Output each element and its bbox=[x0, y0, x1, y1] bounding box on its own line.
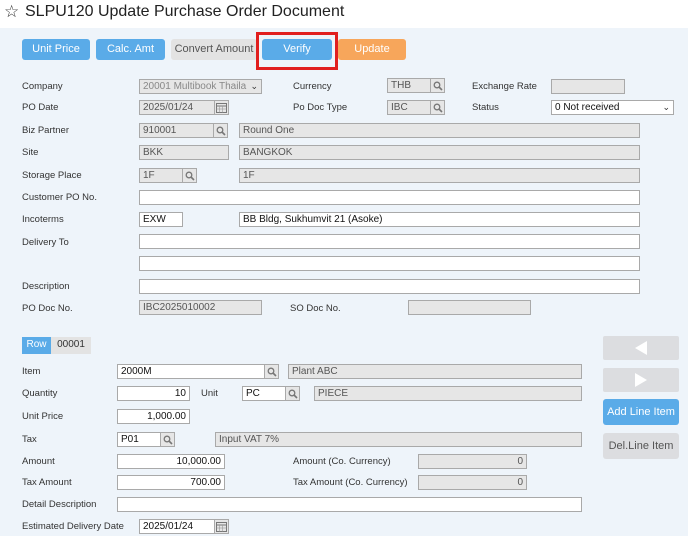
delivery-to-line1-input[interactable] bbox=[139, 234, 640, 249]
calc-amt-button[interactable]: Calc. Amt bbox=[96, 39, 165, 60]
company-value: 20001 Multibook Thaila bbox=[143, 81, 247, 92]
favorite-star-icon[interactable]: ☆ bbox=[4, 2, 20, 22]
po-date-field[interactable]: 2025/01/24 bbox=[139, 100, 215, 115]
amount-label: Amount bbox=[22, 456, 55, 467]
tax-amount-label: Tax Amount bbox=[22, 477, 72, 488]
unit-code-input[interactable]: PC bbox=[242, 386, 286, 401]
item-label: Item bbox=[22, 366, 41, 377]
detail-description-input[interactable] bbox=[117, 497, 582, 512]
incoterms-code-input[interactable]: EXW bbox=[139, 212, 183, 227]
chevron-down-icon: ⌄ bbox=[250, 82, 258, 92]
row-tab[interactable]: Row bbox=[22, 337, 51, 354]
verify-highlight-box bbox=[256, 32, 338, 70]
convert-amount-button[interactable]: Convert Amount bbox=[171, 39, 257, 60]
so-doc-no-field bbox=[408, 300, 531, 315]
next-row-button[interactable] bbox=[603, 368, 679, 392]
detail-description-label: Detail Description bbox=[22, 499, 97, 510]
biz-partner-label: Biz Partner bbox=[22, 125, 69, 136]
tax-lookup-icon[interactable] bbox=[160, 432, 175, 447]
unit-price-input[interactable]: 1,000.00 bbox=[117, 409, 190, 424]
est-delivery-calendar-icon[interactable] bbox=[214, 519, 229, 534]
exchange-rate-field[interactable] bbox=[551, 79, 625, 94]
status-label: Status bbox=[472, 102, 499, 113]
triangle-left-icon bbox=[635, 341, 647, 355]
unit-price-label: Unit Price bbox=[22, 411, 64, 422]
triangle-right-icon bbox=[635, 373, 647, 387]
biz-partner-name-field: Round One bbox=[239, 123, 640, 138]
status-select[interactable]: 0 Not received ⌄ bbox=[551, 100, 674, 115]
storage-place-label: Storage Place bbox=[22, 170, 82, 181]
add-line-item-button[interactable]: Add Line Item bbox=[603, 399, 679, 425]
tax-amount-co-field: 0 bbox=[418, 475, 527, 490]
storage-place-lookup-icon[interactable] bbox=[182, 168, 197, 183]
currency-label: Currency bbox=[293, 81, 332, 92]
description-input[interactable] bbox=[139, 279, 640, 294]
unit-lookup-icon[interactable] bbox=[285, 386, 300, 401]
item-name-field: Plant ABC bbox=[288, 364, 582, 379]
site-code-field[interactable]: BKK bbox=[139, 145, 229, 160]
delivery-to-line2-input[interactable] bbox=[139, 256, 640, 271]
amount-co-field: 0 bbox=[418, 454, 527, 469]
page-title: SLPU120 Update Purchase Order Document bbox=[25, 3, 345, 20]
storage-place-name-field: 1F bbox=[239, 168, 640, 183]
tax-amount-field[interactable]: 700.00 bbox=[117, 475, 225, 490]
po-doc-no-label: PO Doc No. bbox=[22, 303, 73, 314]
row-number-tab[interactable]: 00001 bbox=[51, 337, 91, 354]
site-label: Site bbox=[22, 147, 39, 158]
biz-partner-lookup-icon[interactable] bbox=[213, 123, 228, 138]
est-delivery-label: Estimated Delivery Date bbox=[22, 521, 124, 532]
currency-field[interactable]: THB bbox=[387, 78, 431, 93]
title-bar: ☆ SLPU120 Update Purchase Order Document bbox=[0, 0, 688, 26]
storage-place-code-field[interactable]: 1F bbox=[139, 168, 183, 183]
tax-amount-co-label: Tax Amount (Co. Currency) bbox=[293, 477, 408, 488]
site-name-field: BANGKOK bbox=[239, 145, 640, 160]
currency-lookup-icon[interactable] bbox=[430, 78, 445, 93]
incoterms-label: Incoterms bbox=[22, 214, 64, 225]
quantity-label: Quantity bbox=[22, 388, 58, 399]
update-button[interactable]: Update bbox=[338, 39, 406, 60]
item-lookup-icon[interactable] bbox=[264, 364, 279, 379]
tax-name-field: Input VAT 7% bbox=[215, 432, 582, 447]
tax-label: Tax bbox=[22, 434, 37, 445]
unit-name-field: PIECE bbox=[314, 386, 582, 401]
so-doc-no-label: SO Doc No. bbox=[290, 303, 341, 314]
company-label: Company bbox=[22, 81, 63, 92]
status-value: 0 Not received bbox=[555, 102, 620, 113]
po-date-label: PO Date bbox=[22, 102, 59, 113]
unit-label: Unit bbox=[201, 388, 218, 399]
description-label: Description bbox=[22, 281, 70, 292]
po-date-calendar-icon[interactable] bbox=[214, 100, 229, 115]
est-delivery-input[interactable]: 2025/01/24 bbox=[139, 519, 215, 534]
unit-price-button[interactable]: Unit Price bbox=[22, 39, 90, 60]
company-select[interactable]: 20001 Multibook Thaila ⌄ bbox=[139, 79, 262, 94]
amount-co-label: Amount (Co. Currency) bbox=[293, 456, 391, 467]
previous-row-button[interactable] bbox=[603, 336, 679, 360]
del-line-item-button[interactable]: Del.Line Item bbox=[603, 433, 679, 459]
customer-po-input[interactable] bbox=[139, 190, 640, 205]
customer-po-label: Customer PO No. bbox=[22, 192, 97, 203]
po-doc-type-label: Po Doc Type bbox=[293, 102, 348, 113]
exchange-rate-label: Exchange Rate bbox=[472, 81, 537, 92]
delivery-to-label: Delivery To bbox=[22, 237, 69, 248]
amount-field[interactable]: 10,000.00 bbox=[117, 454, 225, 469]
chevron-down-icon: ⌄ bbox=[662, 103, 670, 113]
quantity-input[interactable]: 10 bbox=[117, 386, 190, 401]
po-doc-type-lookup-icon[interactable] bbox=[430, 100, 445, 115]
item-code-input[interactable]: 2000M bbox=[117, 364, 265, 379]
tax-code-input[interactable]: P01 bbox=[117, 432, 161, 447]
incoterms-place-input[interactable]: BB Bldg, Sukhumvit 21 (Asoke) bbox=[239, 212, 640, 227]
po-doc-no-field: IBC2025010002 bbox=[139, 300, 262, 315]
biz-partner-code-field[interactable]: 910001 bbox=[139, 123, 214, 138]
po-doc-type-field[interactable]: IBC bbox=[387, 100, 431, 115]
